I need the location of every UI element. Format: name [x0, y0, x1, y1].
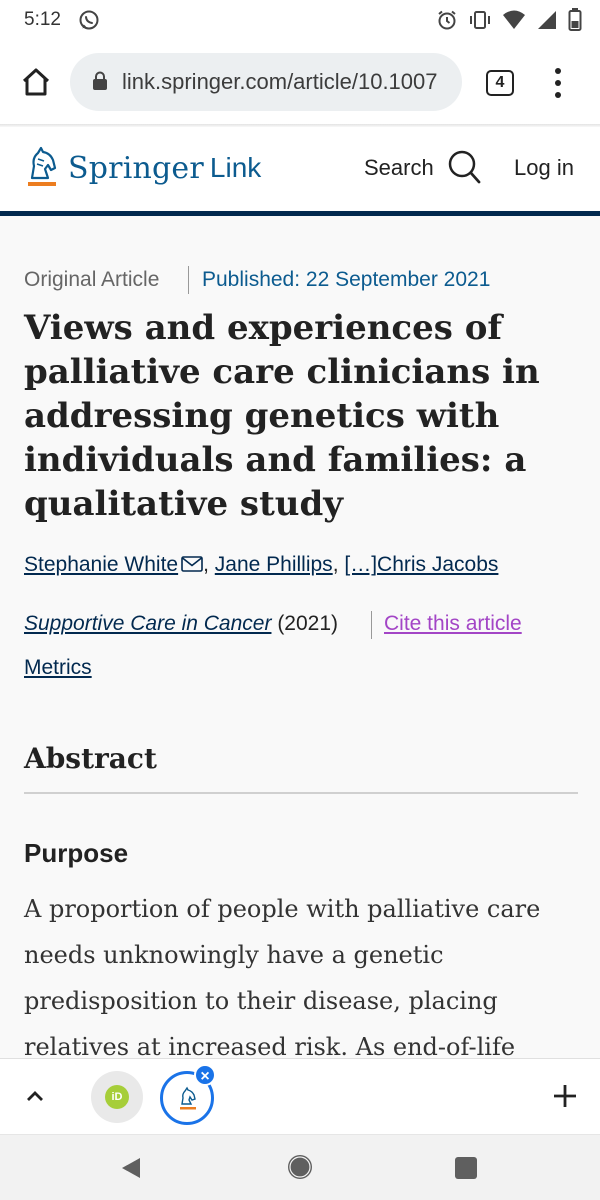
system-nav-bar	[0, 1134, 600, 1200]
cite-divider	[371, 611, 372, 639]
battery-icon	[568, 8, 582, 31]
alarm-icon	[438, 10, 456, 30]
tab-switcher-button[interactable]: 4	[486, 70, 514, 96]
wifi-icon	[503, 10, 525, 29]
header-rule	[0, 211, 600, 216]
author-link-chris-jacobs[interactable]: Chris Jacobs	[377, 553, 498, 576]
site-header: Springer Link Search Log in	[0, 127, 600, 214]
author-link-stephanie-white[interactable]: Stephanie White	[24, 553, 178, 576]
springer-horse-icon	[28, 146, 57, 186]
logo-springer-text: Springer	[68, 150, 204, 186]
journal-link[interactable]: Supportive Care in Cancer	[24, 612, 271, 635]
search-icon[interactable]	[446, 149, 482, 185]
springer-link-logo[interactable]: Springer Link	[24, 143, 261, 193]
search-button[interactable]: Search	[364, 155, 434, 181]
status-icons	[436, 8, 582, 32]
logo-link-text: Link	[209, 152, 262, 183]
journal-info: Supportive Care in Cancer (2021)	[24, 612, 338, 636]
author-separator: ,	[203, 553, 215, 576]
browser-toolbar: link.springer.com/article/10.1007 4	[0, 40, 600, 124]
whatsapp-icon	[79, 10, 99, 30]
address-bar[interactable]: link.springer.com/article/10.1007	[70, 53, 462, 111]
home-icon[interactable]	[18, 64, 54, 100]
metrics-link[interactable]: Metrics	[24, 656, 92, 680]
chevron-up-icon[interactable]	[24, 1085, 46, 1107]
close-icon[interactable]: ×	[194, 1064, 216, 1086]
expand-authors-link[interactable]: […]	[344, 553, 377, 576]
bottom-tab-strip: iD ×	[0, 1058, 600, 1134]
purpose-text: A proportion of people with palliative c…	[24, 895, 541, 1061]
url-text: link.springer.com/article/10.1007	[122, 69, 438, 94]
author-separator: ,	[332, 553, 345, 576]
journal-year: (2021)	[277, 612, 339, 635]
status-bar: 5:12	[0, 0, 600, 40]
orcid-icon: iD	[105, 1085, 129, 1109]
recents-icon[interactable]	[455, 1157, 477, 1179]
abstract-divider	[24, 792, 578, 794]
back-icon[interactable]	[118, 1155, 144, 1181]
more-vert-icon[interactable]	[548, 66, 568, 100]
lock-icon	[93, 71, 107, 90]
orcid-tab[interactable]: iD	[91, 1071, 143, 1123]
article-type: Original Article	[24, 268, 160, 291]
springer-horse-icon	[180, 1086, 196, 1110]
signal-icon	[538, 11, 556, 29]
article-title: Views and experiences of palliative care…	[24, 308, 540, 524]
meta-divider	[188, 266, 189, 294]
cite-article-link[interactable]: Cite this article	[384, 612, 522, 636]
plus-icon[interactable]	[552, 1083, 578, 1109]
home-nav-icon[interactable]	[286, 1153, 314, 1181]
author-list: Stephanie White , Jane Phillips, […]Chri…	[24, 553, 498, 577]
purpose-heading: Purpose	[24, 838, 129, 868]
published-date: Published: 22 September 2021	[202, 268, 491, 291]
author-link-jane-phillips[interactable]: Jane Phillips	[215, 553, 333, 576]
vibrate-icon	[470, 11, 490, 29]
mail-icon[interactable]	[181, 556, 203, 572]
login-link[interactable]: Log in	[514, 155, 574, 181]
abstract-heading: Abstract	[24, 742, 157, 775]
status-time: 5:12	[24, 9, 61, 30]
